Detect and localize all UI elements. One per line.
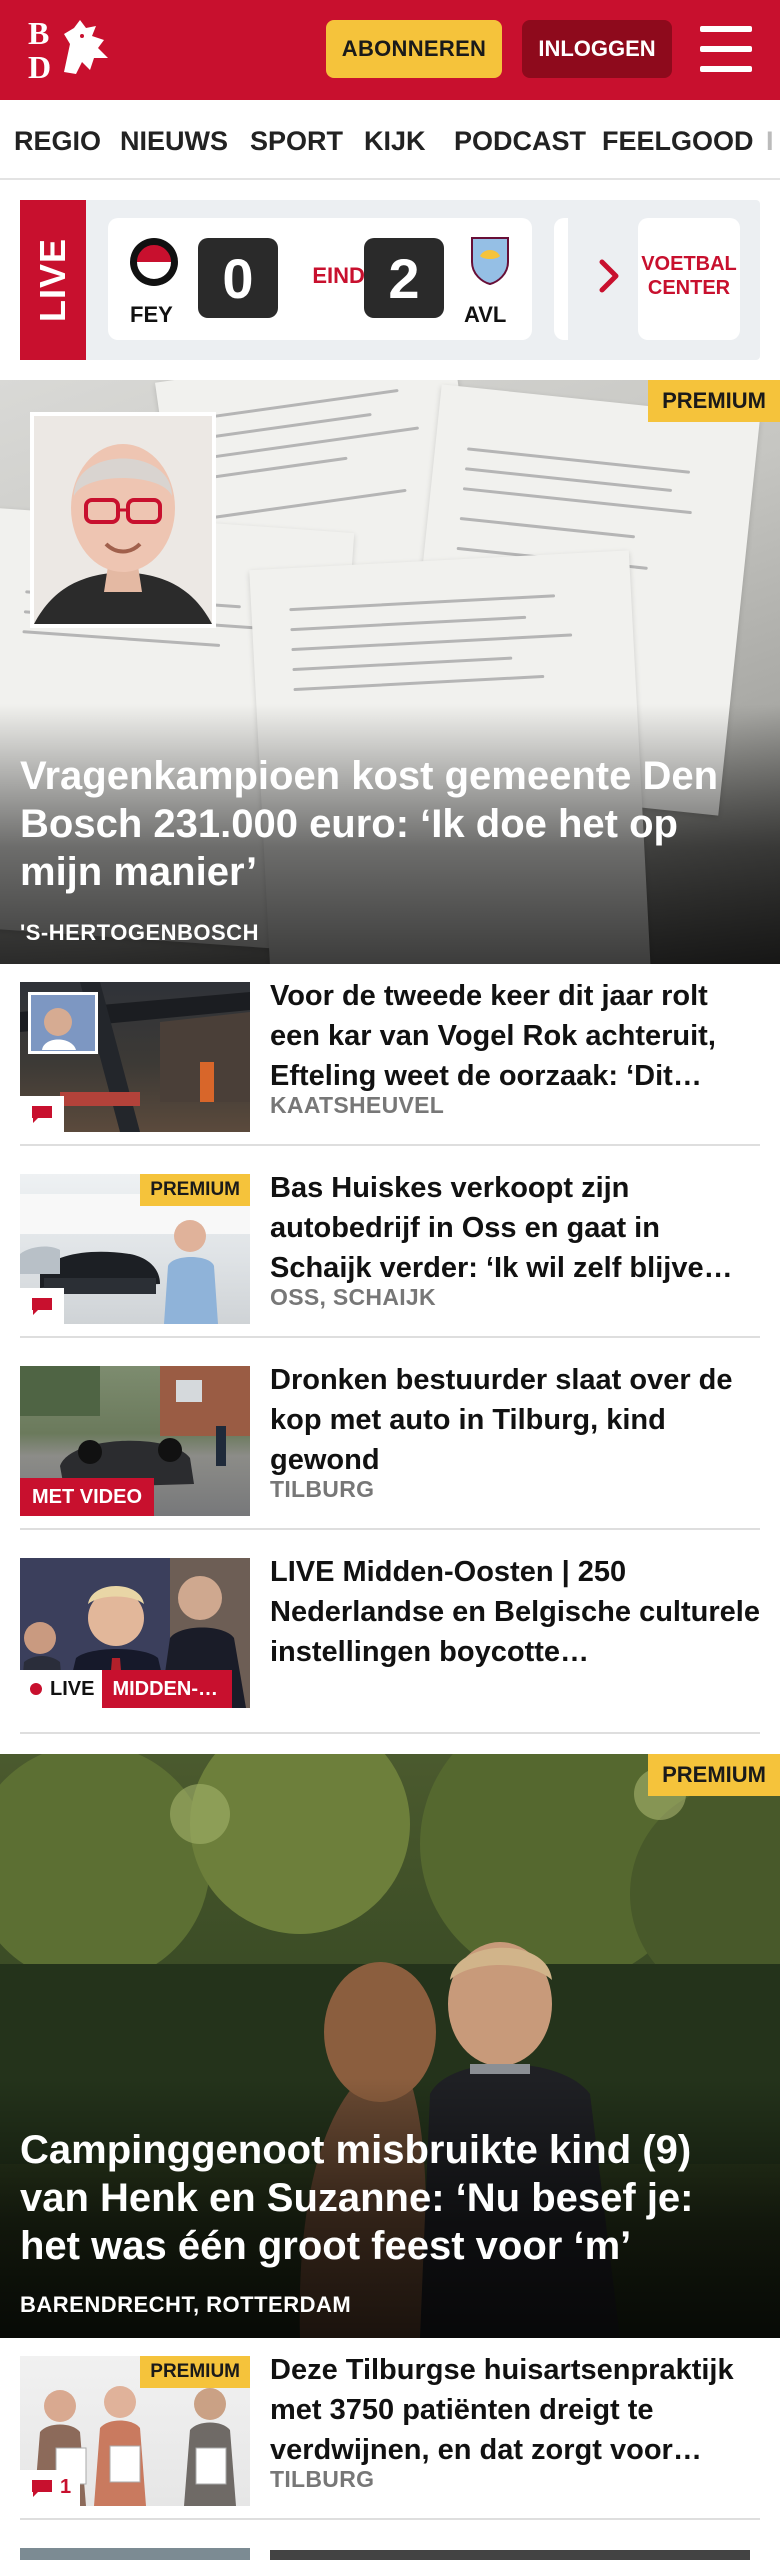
hero-headline[interactable]: Campinggenoot misbruikte kind (9) van He…: [20, 2126, 760, 2270]
article-title[interactable]: Deze Tilburgse huisartsenprak­tijk met 3…: [270, 2350, 760, 2470]
live-category-badge: LIVE MIDDEN-…: [20, 1670, 233, 1708]
next-article-thumbnail-edge: [20, 2548, 250, 2560]
article-item[interactable]: Voor de tweede keer dit jaar rolt een ka…: [20, 968, 760, 1146]
article-item[interactable]: LIVE MIDDEN-… LIVE Midden-Oosten | 250 N…: [20, 1544, 760, 1734]
section-nav: REGIO NIEUWS SPORT KIJK PODCAST FEELGOOD…: [0, 100, 780, 180]
next-match-card-edge[interactable]: [554, 218, 568, 340]
comments-badge[interactable]: 1: [20, 2470, 80, 2506]
subscribe-button[interactable]: ABONNEREN: [326, 20, 502, 78]
article-item[interactable]: MET VIDEO Dronken bestuurder slaat over …: [20, 1352, 760, 1530]
article-item[interactable]: PREMIUM 1 Deze Tilburgse huisartsenprak­…: [20, 2342, 760, 2520]
article-thumbnail: [20, 982, 250, 1132]
nav-item-feelgood[interactable]: FEELGOOD: [602, 126, 754, 157]
article-item[interactable]: PREMIUM Bas Huiskes verkoopt zijn autobe…: [20, 1160, 760, 1338]
article-location: TILBURG: [270, 1476, 375, 1502]
next-article-title-edge: [270, 2550, 750, 2560]
nav-item-nieuws[interactable]: NIEUWS: [120, 126, 228, 157]
hero-location: BARENDRECHT, ROTTERDAM: [20, 2292, 352, 2317]
hero-location: 'S-HERTOGENBOSCH: [20, 920, 259, 945]
comment-icon: [32, 2480, 52, 2497]
article-location: OSS, SCHAIJK: [270, 1284, 436, 1310]
nav-item-regio[interactable]: REGIO: [14, 126, 101, 157]
comments-badge[interactable]: [20, 1096, 64, 1132]
site-header: B D ABONNEREN INLOGGEN: [0, 0, 780, 100]
premium-badge: PREMIUM: [648, 1754, 780, 1796]
away-score: 2: [364, 238, 444, 318]
login-button[interactable]: INLOGGEN: [522, 20, 672, 78]
article-thumbnail: PREMIUM: [20, 1174, 250, 1324]
svg-text:B: B: [28, 15, 49, 51]
comment-icon: [32, 1298, 52, 1315]
voetbal-center-link[interactable]: VOETBAL CENTER: [638, 218, 740, 340]
nav-item-sport[interactable]: SPORT: [250, 126, 343, 157]
article-thumbnail: LIVE MIDDEN-…: [20, 1558, 250, 1708]
nav-item-podcast[interactable]: PODCAST: [454, 126, 586, 157]
live-label: LIVE: [20, 200, 86, 360]
author-portrait: [30, 412, 216, 628]
premium-badge: PREMIUM: [648, 380, 780, 422]
nav-item-kijk[interactable]: KIJK: [364, 126, 426, 157]
chevron-right-icon[interactable]: [590, 256, 630, 296]
live-indicator: LIVE: [20, 1670, 103, 1708]
article-thumbnail: MET VIDEO: [20, 1366, 250, 1516]
article-title[interactable]: Dronken bestuurder slaat over de kop met…: [270, 1360, 760, 1480]
live-scores-bar: LIVE FEY 0 EINDE 2 AVL VOETBAL CENTER: [20, 200, 760, 360]
article-title[interactable]: Voor de tweede keer dit jaar rolt een ka…: [270, 976, 760, 1096]
bd-logo[interactable]: B D: [24, 14, 120, 84]
article-title[interactable]: LIVE Midden-Oosten | 250 Nederlandse en …: [270, 1552, 760, 1672]
feyenoord-crest-icon: [130, 238, 178, 286]
comments-badge[interactable]: [20, 1288, 64, 1324]
home-team-code: FEY: [130, 302, 173, 327]
hamburger-menu-icon[interactable]: [700, 26, 752, 72]
premium-badge: PREMIUM: [140, 1174, 250, 1206]
hero-article-2[interactable]: PREMIUM Campinggenoot misbruikte kind (9…: [0, 1754, 780, 2338]
away-team-code: AVL: [464, 302, 507, 327]
premium-badge: PREMIUM: [140, 2356, 250, 2388]
nav-overflow-hint: I: [766, 126, 774, 156]
category-label: MIDDEN-…: [102, 1670, 233, 1708]
comment-icon: [32, 1106, 52, 1123]
aston-villa-crest-icon: [471, 237, 509, 286]
home-score: 0: [198, 238, 278, 318]
article-thumbnail: PREMIUM 1: [20, 2356, 250, 2506]
video-badge: MET VIDEO: [20, 1478, 155, 1516]
svg-text:D: D: [28, 49, 51, 84]
article-location: TILBURG: [270, 2466, 375, 2492]
article-location: KAATSHEUVEL: [270, 1092, 445, 1118]
article-title[interactable]: Bas Huiskes verkoopt zijn autobedrijf in…: [270, 1168, 760, 1288]
comment-count: 1: [60, 2476, 72, 2498]
match-card[interactable]: FEY 0 EINDE 2 AVL: [108, 218, 532, 340]
hero-headline[interactable]: Vragenkampioen kost gemeente Den Bosch 2…: [20, 752, 760, 896]
